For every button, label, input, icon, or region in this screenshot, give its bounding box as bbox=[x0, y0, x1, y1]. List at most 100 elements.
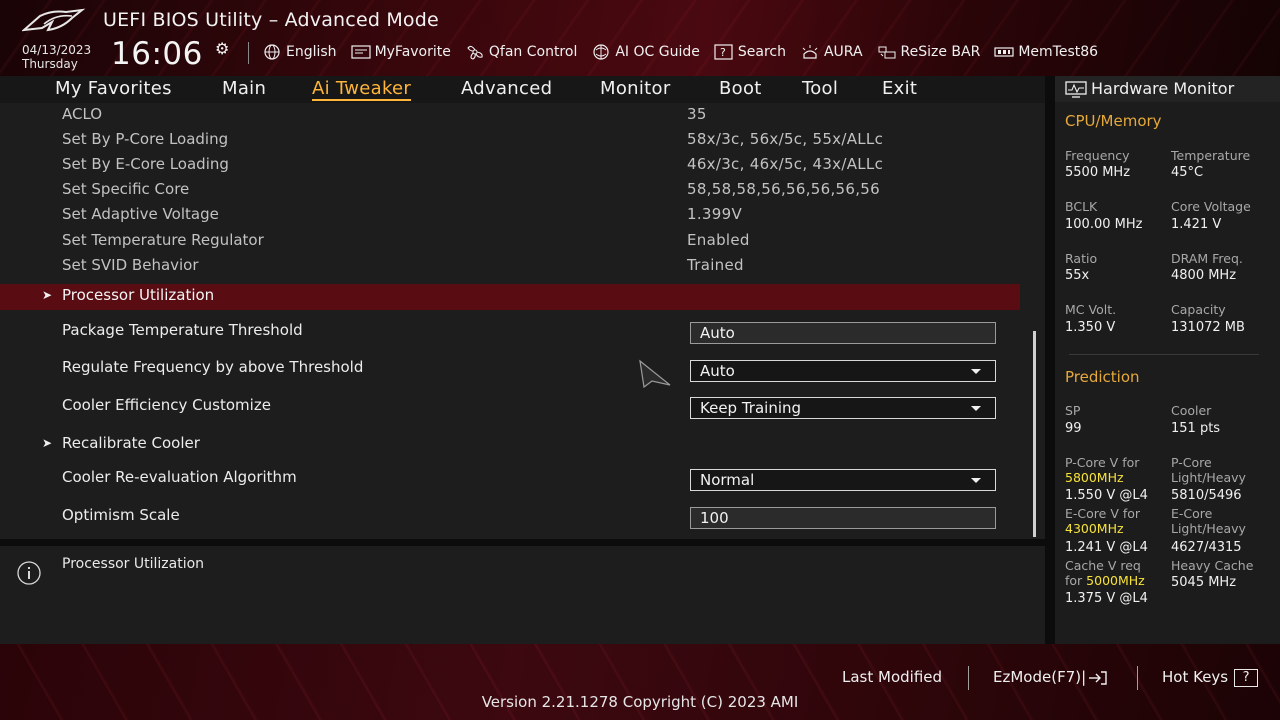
regulate-frequency-select[interactable]: Auto bbox=[690, 360, 996, 382]
ecore-lh-label-2: Light/Heavy bbox=[1171, 521, 1246, 536]
setting-label: Package Temperature Threshold bbox=[62, 321, 303, 339]
globe-icon bbox=[264, 44, 280, 60]
tab-tool[interactable]: Tool bbox=[802, 78, 838, 99]
cooler-reevaluation-select[interactable]: Normal bbox=[690, 469, 996, 491]
mc-volt-label: MC Volt. bbox=[1065, 302, 1117, 317]
resize-bar-label: ReSize BAR bbox=[900, 44, 981, 60]
resize-bar-button[interactable]: ReSize BAR bbox=[877, 42, 981, 62]
tab-monitor[interactable]: Monitor bbox=[600, 78, 671, 99]
help-text: Processor Utilization bbox=[62, 556, 205, 572]
field-value: Keep Training bbox=[700, 399, 802, 417]
capacity-value: 131072 MB bbox=[1171, 320, 1245, 335]
setting-value: 46x/3c, 46x/5c, 43x/ALLc bbox=[687, 155, 884, 173]
setting-row-e-core-loading: Set By E-Core Loading 46x/3c, 46x/5c, 43… bbox=[0, 153, 1020, 177]
hot-keys-button[interactable]: Hot Keys? bbox=[1162, 668, 1259, 687]
optimism-scale-input[interactable]: 100 bbox=[690, 507, 996, 529]
recalibrate-cooler-submenu[interactable]: ➤ Recalibrate Cooler bbox=[0, 432, 1020, 456]
setting-label: Regulate Frequency by above Threshold bbox=[62, 358, 364, 376]
last-modified-button[interactable]: Last Modified bbox=[842, 668, 942, 686]
gear-icon[interactable]: ⚙ bbox=[215, 39, 229, 58]
pcore-v-value: 1.550 V @L4 bbox=[1065, 488, 1148, 503]
cache-v-label-2-wrap: for 5000MHz bbox=[1065, 573, 1145, 588]
bclk-label: BCLK bbox=[1065, 199, 1098, 214]
setting-value: Trained bbox=[687, 256, 744, 274]
setting-value: 58,58,58,56,56,56,56,56 bbox=[687, 180, 880, 198]
core-voltage-label: Core Voltage bbox=[1171, 199, 1251, 214]
ratio-label: Ratio bbox=[1065, 251, 1098, 266]
setting-row-svid-behavior: Set SVID Behavior Trained bbox=[0, 254, 1020, 278]
date-display: 04/13/2023 Thursday bbox=[22, 43, 91, 71]
mouse-cursor-icon bbox=[639, 359, 671, 389]
section-divider bbox=[1069, 354, 1259, 355]
prediction-heading: Prediction bbox=[1065, 368, 1140, 386]
cache-v-label: Cache V req for 5000MHz bbox=[1065, 558, 1145, 588]
setting-label: Set Adaptive Voltage bbox=[62, 205, 219, 223]
ai-oc-guide-button[interactable]: AI OC Guide bbox=[591, 42, 700, 62]
setting-value: 35 bbox=[687, 105, 707, 123]
monitor-icon bbox=[1065, 81, 1087, 98]
pcore-v-label-text: P-Core V for bbox=[1065, 455, 1140, 470]
temperature-value: 45°C bbox=[1171, 165, 1204, 180]
dram-freq-label: DRAM Freq. bbox=[1171, 251, 1243, 266]
fan-icon bbox=[467, 45, 483, 60]
sp-value: 99 bbox=[1065, 421, 1082, 436]
tab-exit[interactable]: Exit bbox=[882, 78, 917, 99]
ai-oc-guide-label: AI OC Guide bbox=[615, 44, 700, 60]
ecore-v-value: 1.241 V @L4 bbox=[1065, 540, 1148, 555]
version-text: Version 2.21.1278 Copyright (C) 2023 AMI bbox=[481, 693, 799, 711]
cache-v-freq: 5000MHz bbox=[1086, 573, 1145, 588]
submenu-label: Processor Utilization bbox=[62, 286, 215, 304]
pcore-lh-value: 5810/5496 bbox=[1171, 488, 1242, 503]
search-icon: ? bbox=[714, 44, 733, 60]
mc-volt-value: 1.350 V bbox=[1065, 320, 1116, 335]
pcore-lh-label-1: P-Core bbox=[1171, 455, 1212, 470]
svg-text:?: ? bbox=[720, 46, 726, 59]
rog-logo-icon bbox=[22, 8, 86, 32]
help-key-icon: ? bbox=[1234, 668, 1259, 687]
main-tab-bar: My Favorites Main Ai Tweaker Advanced Mo… bbox=[0, 76, 1045, 103]
chevron-down-icon bbox=[971, 478, 981, 483]
tab-ai-tweaker[interactable]: Ai Tweaker bbox=[312, 78, 412, 101]
ecore-v-freq: 4300MHz bbox=[1065, 521, 1124, 536]
resize-bar-icon bbox=[878, 46, 896, 59]
header-bar: UEFI BIOS Utility – Advanced Mode 04/13/… bbox=[0, 0, 1280, 76]
tab-boot[interactable]: Boot bbox=[719, 78, 762, 99]
pcore-v-freq: 5800MHz bbox=[1065, 470, 1124, 485]
hardware-monitor-panel: Hardware Monitor CPU/Memory Frequency 55… bbox=[1055, 76, 1280, 644]
capacity-label: Capacity bbox=[1171, 302, 1226, 317]
footer-divider bbox=[1137, 666, 1138, 690]
myfavorite-button[interactable]: MyFavorite bbox=[350, 42, 451, 62]
settings-scrollbar[interactable] bbox=[1033, 331, 1036, 537]
cache-v-label-1: Cache V req bbox=[1065, 558, 1141, 573]
bclk-value: 100.00 MHz bbox=[1065, 217, 1143, 232]
memtest-icon bbox=[994, 47, 1014, 57]
cooler-efficiency-select[interactable]: Keep Training bbox=[690, 397, 996, 419]
field-value: Normal bbox=[700, 471, 755, 489]
tab-advanced[interactable]: Advanced bbox=[461, 78, 552, 99]
search-button[interactable]: ? Search bbox=[714, 42, 786, 62]
processor-utilization-submenu[interactable]: ➤ Processor Utilization bbox=[0, 284, 1020, 310]
memtest86-label: MemTest86 bbox=[1018, 44, 1099, 60]
setting-label: Set By P-Core Loading bbox=[62, 130, 229, 148]
pcore-lh-label: P-Core Light/Heavy bbox=[1171, 455, 1246, 485]
panel-divider bbox=[0, 539, 1045, 546]
qfan-control-button[interactable]: Qfan Control bbox=[465, 42, 577, 62]
ezmode-label: EzMode(F7)| bbox=[993, 668, 1087, 686]
ezmode-button[interactable]: EzMode(F7)| bbox=[993, 668, 1108, 686]
tab-my-favorites[interactable]: My Favorites bbox=[55, 78, 172, 99]
panel-divider bbox=[1045, 76, 1055, 644]
language-button[interactable]: English bbox=[262, 42, 337, 62]
package-temp-threshold-input[interactable]: Auto bbox=[690, 322, 996, 344]
setting-row-temp-regulator: Set Temperature Regulator Enabled bbox=[0, 229, 1020, 253]
setting-row-adaptive-voltage: Set Adaptive Voltage 1.399V bbox=[0, 203, 1020, 227]
heavy-cache-label: Heavy Cache bbox=[1171, 558, 1254, 573]
memtest86-button[interactable]: MemTest86 bbox=[994, 42, 1098, 62]
aura-button[interactable]: AURA bbox=[800, 42, 863, 62]
qfan-control-label: Qfan Control bbox=[488, 44, 578, 60]
tab-main[interactable]: Main bbox=[222, 78, 266, 99]
help-panel: Processor Utilization bbox=[0, 546, 1045, 644]
submenu-arrow-icon: ➤ bbox=[42, 436, 53, 450]
temperature-label: Temperature bbox=[1171, 148, 1251, 163]
setting-value: 1.399V bbox=[687, 205, 743, 223]
setting-label: Cooler Efficiency Customize bbox=[62, 396, 271, 414]
